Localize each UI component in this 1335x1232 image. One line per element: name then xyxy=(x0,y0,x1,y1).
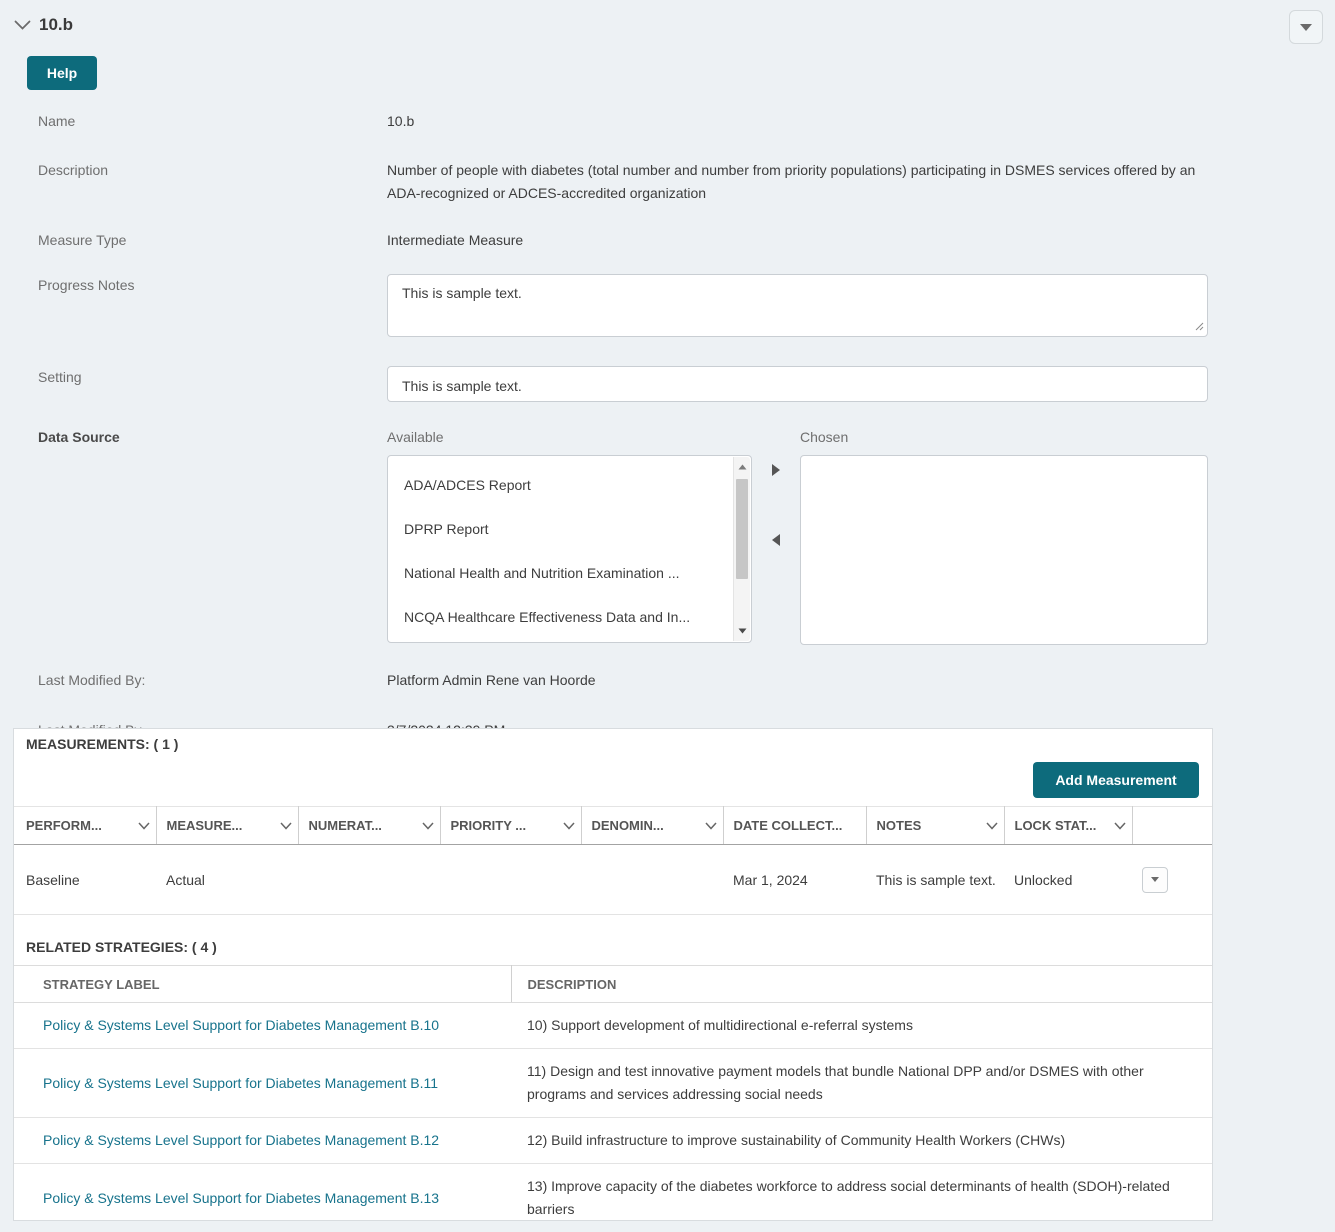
column-measure[interactable]: MEASURE... xyxy=(156,806,299,845)
scroll-down-icon[interactable] xyxy=(734,623,750,639)
progress-notes-row: Progress Notes This is sample text. xyxy=(0,274,1335,344)
cell-denominator xyxy=(581,844,723,915)
progress-notes-label: Progress Notes xyxy=(38,277,135,293)
add-measurement-button[interactable]: Add Measurement xyxy=(1033,762,1199,798)
collapse-chevron-icon[interactable] xyxy=(14,20,31,31)
chevron-down-icon[interactable] xyxy=(279,821,292,830)
column-notes[interactable]: NOTES xyxy=(866,806,1005,845)
measure-detail-page: 10.b Help Name 10.b Description Number o… xyxy=(0,0,1335,1232)
setting-row: Setting xyxy=(0,366,1335,402)
measurement-row: Baseline Actual Mar 1, 2024 This is samp… xyxy=(14,844,1212,915)
chosen-label: Chosen xyxy=(800,429,849,445)
caret-down-icon xyxy=(1151,877,1159,882)
cell-notes: This is sample text. xyxy=(866,844,1004,915)
chevron-down-icon[interactable] xyxy=(421,821,434,830)
available-scrollbar[interactable] xyxy=(733,457,750,641)
strategy-description: 10) Support development of multidirectio… xyxy=(511,1002,1212,1049)
chevron-down-icon[interactable] xyxy=(137,821,150,830)
last-modified-by-value: Platform Admin Rene van Hoorde xyxy=(387,672,596,688)
measurements-section-title: MEASUREMENTS: ( 1 ) xyxy=(26,736,179,752)
measure-type-value: Intermediate Measure xyxy=(387,232,524,248)
available-option[interactable]: National Health and Nutrition Examinatio… xyxy=(389,551,732,595)
name-label: Name xyxy=(38,113,76,129)
related-strategies-section-title: RELATED STRATEGIES: ( 4 ) xyxy=(26,939,217,955)
name-value: 10.b xyxy=(387,113,415,129)
progress-notes-textarea[interactable]: This is sample text. xyxy=(387,274,1208,337)
measure-type-row: Measure Type Intermediate Measure xyxy=(0,229,1335,252)
cell-actions xyxy=(1132,844,1212,915)
move-right-icon[interactable] xyxy=(771,463,781,477)
setting-label: Setting xyxy=(38,369,82,385)
strategy-link[interactable]: Policy & Systems Level Support for Diabe… xyxy=(43,1075,438,1091)
cell-performance: Baseline xyxy=(14,844,156,915)
column-actions xyxy=(1132,806,1212,845)
column-date-collected[interactable]: DATE COLLECT... xyxy=(723,806,867,845)
cell-numerator xyxy=(298,844,440,915)
available-listbox[interactable]: ADA/ADCES Report DPRP Report National He… xyxy=(387,455,752,643)
cell-measure: Actual xyxy=(156,844,298,915)
page-header: 10.b xyxy=(0,12,1335,38)
column-strategy-label: STRATEGY LABEL xyxy=(14,965,512,1003)
strategy-link[interactable]: Policy & Systems Level Support for Diabe… xyxy=(43,1132,439,1148)
available-option[interactable]: NCQA Healthcare Effectiveness Data and I… xyxy=(389,595,732,639)
available-label: Available xyxy=(387,429,444,445)
last-modified-by-row: Last Modified By: Platform Admin Rene va… xyxy=(0,669,1335,692)
cell-lock-status: Unlocked xyxy=(1004,844,1132,915)
setting-input[interactable] xyxy=(387,366,1208,402)
cell-date-collected: Mar 1, 2024 xyxy=(723,844,866,915)
help-button[interactable]: Help xyxy=(27,56,97,90)
related-strategies-table: STRATEGY LABEL DESCRIPTION Policy & Syst… xyxy=(14,965,1212,1232)
strategy-row: Policy & Systems Level Support for Diabe… xyxy=(14,1002,1212,1049)
strategy-row: Policy & Systems Level Support for Diabe… xyxy=(14,1048,1212,1118)
last-modified-by-label: Last Modified By: xyxy=(38,672,146,688)
column-description: DESCRIPTION xyxy=(511,965,1212,1003)
measurements-table: PERFORM... MEASURE... NUMERAT... PRIORIT… xyxy=(14,806,1212,915)
data-source-label: Data Source xyxy=(38,429,120,445)
chevron-down-icon[interactable] xyxy=(1113,821,1126,830)
strategy-row: Policy & Systems Level Support for Diabe… xyxy=(14,1164,1212,1232)
data-source-row: Data Source Available ADA/ADCES Report D… xyxy=(0,426,1335,645)
measure-type-label: Measure Type xyxy=(38,232,127,248)
measurements-header-row: PERFORM... MEASURE... NUMERAT... PRIORIT… xyxy=(14,806,1212,845)
strategy-link[interactable]: Policy & Systems Level Support for Diabe… xyxy=(43,1190,439,1206)
available-option[interactable]: ADA/ADCES Report xyxy=(389,463,732,507)
available-option[interactable]: DPRP Report xyxy=(389,507,732,551)
cell-priority xyxy=(440,844,581,915)
chevron-down-icon[interactable] xyxy=(562,821,575,830)
strategies-header-row: STRATEGY LABEL DESCRIPTION xyxy=(14,965,1212,1003)
measure-form: Name 10.b Description Number of people w… xyxy=(0,90,1335,742)
move-left-icon[interactable] xyxy=(771,533,781,547)
column-priority[interactable]: PRIORITY ... xyxy=(440,806,582,845)
name-row: Name 10.b xyxy=(0,110,1335,133)
column-numerator[interactable]: NUMERAT... xyxy=(298,806,441,845)
header-dropdown-button[interactable] xyxy=(1289,10,1323,44)
description-value: Number of people with diabetes (total nu… xyxy=(387,162,1196,201)
strategy-description: 12) Build infrastructure to improve sust… xyxy=(511,1117,1212,1164)
chevron-down-icon[interactable] xyxy=(704,821,717,830)
strategy-description: 13) Improve capacity of the diabetes wor… xyxy=(527,1178,1170,1217)
chevron-down-icon[interactable] xyxy=(985,821,998,830)
strategy-description: 11) Design and test innovative payment m… xyxy=(511,1048,1212,1118)
page-title: 10.b xyxy=(39,15,74,34)
measurements-panel: MEASUREMENTS: ( 1 ) Add Measurement PERF… xyxy=(13,728,1213,1221)
strategy-row: Policy & Systems Level Support for Diabe… xyxy=(14,1117,1212,1164)
caret-down-icon xyxy=(1300,23,1312,31)
scroll-up-icon[interactable] xyxy=(734,459,750,475)
column-denominator[interactable]: DENOMIN... xyxy=(581,806,724,845)
description-row: Description Number of people with diabet… xyxy=(0,159,1335,205)
column-lock-status[interactable]: LOCK STAT... xyxy=(1004,806,1133,845)
description-label: Description xyxy=(38,162,109,178)
chosen-listbox[interactable] xyxy=(800,455,1208,645)
column-performance[interactable]: PERFORM... xyxy=(14,806,157,845)
strategy-link[interactable]: Policy & Systems Level Support for Diabe… xyxy=(43,1017,439,1033)
row-dropdown-button[interactable] xyxy=(1142,866,1168,893)
scrollbar-thumb[interactable] xyxy=(736,479,748,579)
